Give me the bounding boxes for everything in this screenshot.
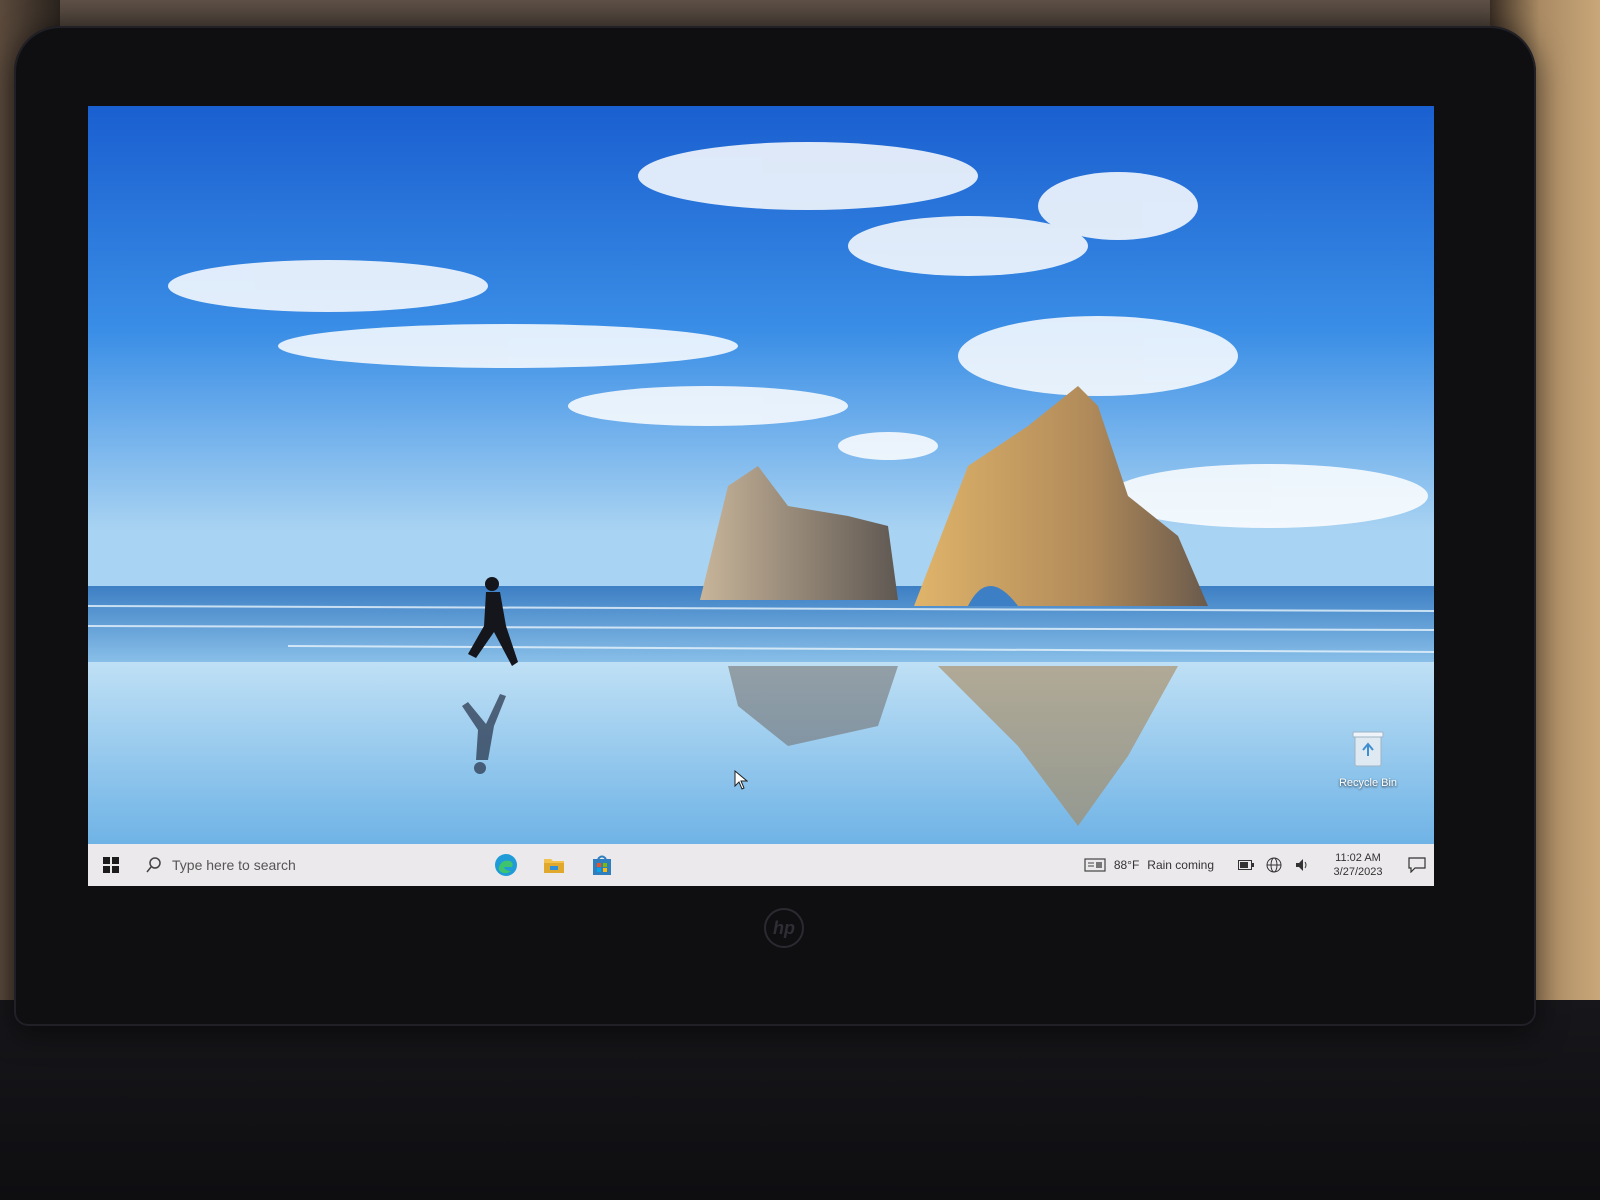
store-icon	[593, 855, 611, 875]
laptop-base	[0, 1000, 1600, 1200]
taskbar-app-file-explorer[interactable]	[530, 844, 578, 886]
folder-icon	[544, 859, 564, 873]
mouse-cursor-icon	[734, 770, 748, 790]
taskbar-clock[interactable]: 11:02 AM 3/27/2023	[1322, 851, 1394, 879]
taskbar-app-edge[interactable]	[482, 844, 530, 886]
edge-icon	[495, 854, 517, 876]
system-tray: 88°F Rain coming 11:02 AM 3/27/2023	[1084, 844, 1434, 886]
weather-widget-icon	[1084, 858, 1106, 872]
clock-time: 11:02 AM	[1335, 852, 1381, 864]
taskbar: Type here to search 88°F Rain coming 11:…	[88, 844, 1434, 886]
battery-icon	[1238, 860, 1254, 870]
recycle-bin-label: Recycle Bin	[1338, 777, 1398, 789]
weather-temperature: 88°F	[1113, 858, 1140, 872]
weather-widget[interactable]: 88°F Rain coming	[1084, 858, 1214, 872]
weather-condition: Rain coming	[1147, 858, 1214, 872]
desktop-wallpaper	[88, 106, 1434, 844]
windows-logo-icon	[103, 857, 119, 873]
pinned-apps	[482, 844, 626, 886]
search-placeholder: Type here to search	[172, 857, 296, 873]
network-globe-icon	[1266, 857, 1282, 873]
recycle-bin-icon	[1352, 731, 1384, 767]
action-center-icon	[1408, 857, 1426, 873]
tray-volume[interactable]	[1288, 844, 1316, 886]
action-center-button[interactable]	[1400, 844, 1434, 886]
taskbar-search-box[interactable]: Type here to search	[134, 844, 474, 886]
taskbar-app-store[interactable]	[578, 844, 626, 886]
search-icon	[146, 857, 161, 873]
volume-icon	[1296, 859, 1307, 871]
clock-date: 3/27/2023	[1333, 866, 1383, 878]
desktop-screen: Recycle Bin Type here to search 88°F Rai…	[88, 106, 1434, 886]
start-button[interactable]	[88, 844, 134, 886]
desktop-icon-recycle-bin[interactable]: Recycle Bin	[1328, 728, 1408, 789]
tray-network[interactable]	[1260, 844, 1288, 886]
tray-battery[interactable]	[1232, 844, 1260, 886]
laptop-brand-logo: hp	[764, 908, 804, 948]
